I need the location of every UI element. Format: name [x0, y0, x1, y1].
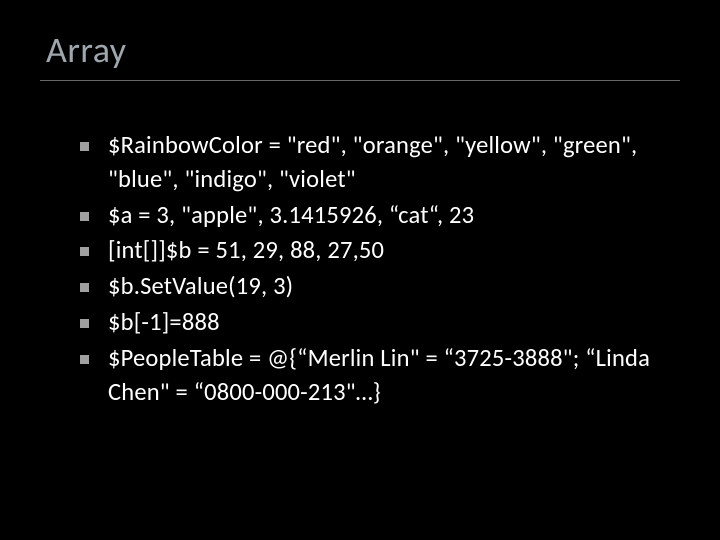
list-item: $a = 3, "apple", 3.1415926, “cat“, 23 — [80, 199, 670, 233]
list-item: $PeopleTable = @{“Merlin Lin" = “3725-38… — [80, 342, 670, 410]
slide: Array $RainbowColor = "red", "orange", "… — [0, 0, 720, 540]
list-item: [int[]]$b = 51, 29, 88, 27,50 — [80, 234, 670, 268]
list-item: $RainbowColor = "red", "orange", "yellow… — [80, 129, 670, 197]
bullet-list: $RainbowColor = "red", "orange", "yellow… — [80, 129, 670, 409]
list-item: $b[-1]=888 — [80, 306, 670, 340]
slide-title: Array — [46, 28, 680, 72]
slide-body: $RainbowColor = "red", "orange", "yellow… — [40, 129, 680, 409]
list-item: $b.SetValue(19, 3) — [80, 270, 670, 304]
title-block: Array — [40, 28, 680, 81]
